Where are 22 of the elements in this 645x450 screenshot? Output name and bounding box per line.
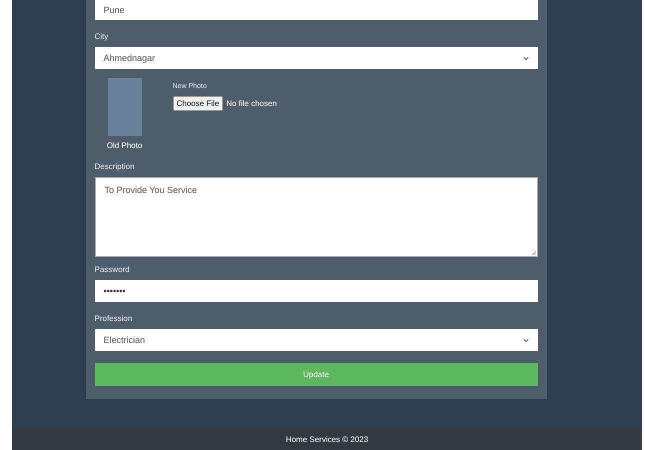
text-input[interactable]: Pune — [94, 0, 538, 20]
chevron-down-icon — [522, 56, 528, 60]
photo-placeholder — [108, 78, 142, 136]
password-dots: ••••••• — [104, 286, 126, 296]
field-label: Password — [94, 265, 131, 274]
footer-text: Home Services © 2023 — [286, 434, 368, 444]
field-label: Description — [94, 162, 136, 171]
profession-select[interactable]: Electrician — [94, 329, 538, 351]
selected-value: Ahmednagar — [104, 53, 156, 63]
textarea-value: To Provide You Service — [104, 185, 198, 195]
choose-file-button[interactable]: Choose File — [172, 96, 224, 111]
password-input[interactable]: ••••••• — [94, 280, 538, 302]
field-label: City — [94, 32, 110, 41]
city-select[interactable]: Ahmednagar — [94, 47, 538, 69]
file-status: No file chosen — [226, 99, 277, 108]
field-label: Profession — [94, 314, 134, 323]
description-textarea[interactable]: To Provide You Service — [94, 177, 538, 257]
photo-caption: Old Photo — [106, 141, 142, 150]
selected-value: Electrician — [104, 335, 146, 345]
chevron-down-icon — [522, 338, 528, 342]
input-value: Pune — [104, 5, 125, 15]
resize-grip-icon[interactable] — [530, 250, 536, 255]
